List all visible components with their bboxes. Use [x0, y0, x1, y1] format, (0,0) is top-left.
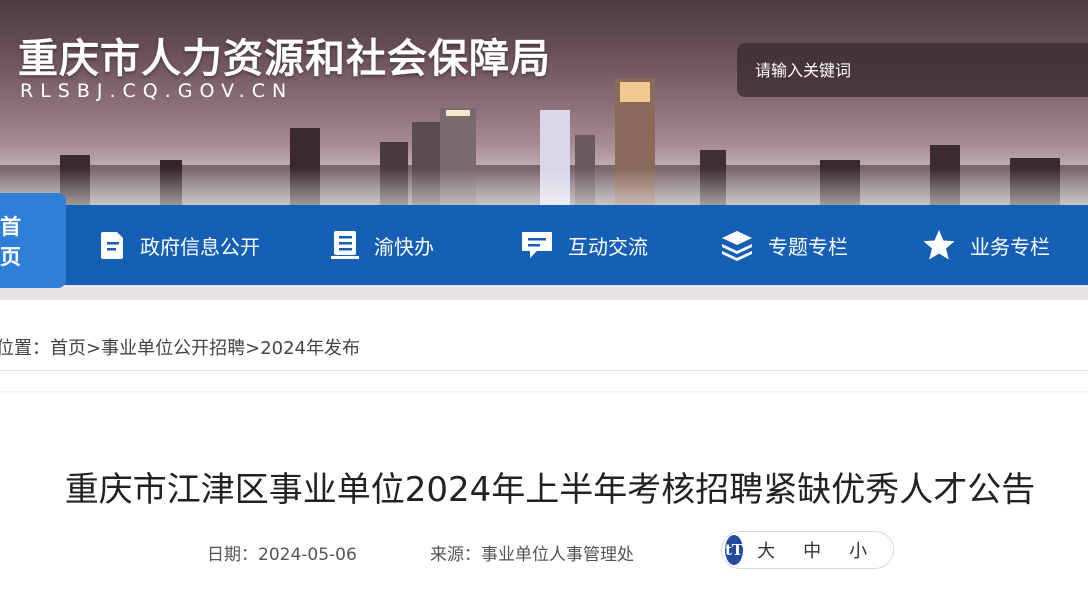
- document-icon: [101, 232, 123, 259]
- article-date: 日期：2024-05-06: [207, 540, 357, 565]
- nav-item-home[interactable]: 首页: [0, 193, 66, 288]
- breadcrumb-bar: 位置：首页>事业单位公开招聘>2024年发布: [0, 330, 1088, 371]
- source-label: 来源：: [430, 545, 481, 565]
- breadcrumb-recruitment-link[interactable]: 事业单位公开招聘: [101, 338, 245, 359]
- nav-item-label: 业务专栏: [970, 234, 1050, 259]
- site-title: 重庆市人力资源和社会保障局: [18, 36, 551, 82]
- breadcrumb: 位置：首页>事业单位公开招聘>2024年发布: [0, 334, 360, 360]
- nav-item-business[interactable]: 业务专栏: [922, 205, 1050, 285]
- layers-icon: [722, 231, 752, 261]
- nav-item-special-topics[interactable]: 专题专栏: [720, 205, 848, 285]
- font-size-large-button[interactable]: 大: [757, 537, 775, 563]
- font-size-medium-button[interactable]: 中: [803, 537, 821, 563]
- chat-icon: [522, 232, 552, 258]
- breadcrumb-home-link[interactable]: 首页: [50, 338, 86, 359]
- breadcrumb-separator: >: [86, 338, 102, 359]
- search-input[interactable]: [737, 43, 1088, 97]
- nav-home-label: 首页: [0, 214, 21, 269]
- nav-item-gov-info[interactable]: 政府信息公开: [100, 205, 260, 285]
- nav-item-label: 专题专栏: [768, 234, 848, 259]
- site-domain: RLSBJ.CQ.GOV.CN: [20, 80, 294, 102]
- font-size-icon: tT: [725, 535, 744, 565]
- nav-item-label: 渝快办: [374, 234, 434, 259]
- list-icon: [331, 231, 359, 259]
- breadcrumb-2024-link[interactable]: 2024年发布: [260, 338, 360, 359]
- article-source: 来源：事业单位人事管理处: [430, 540, 634, 565]
- nav-item-yukuaiban[interactable]: 渝快办: [330, 205, 434, 285]
- article-title: 重庆市江津区事业单位2024年上半年考核招聘紧缺优秀人才公告: [64, 470, 1036, 510]
- source-value: 事业单位人事管理处: [481, 545, 634, 565]
- breadcrumb-separator: >: [245, 338, 261, 359]
- star-icon: [923, 230, 955, 260]
- nav-item-label: 政府信息公开: [140, 234, 260, 259]
- date-value: 2024-05-06: [258, 545, 357, 565]
- divider: [0, 391, 1088, 395]
- date-label: 日期：: [207, 545, 258, 565]
- nav-item-label: 互动交流: [568, 234, 648, 259]
- font-size-switcher: tT 大 中 小: [721, 531, 894, 569]
- nav-item-interaction[interactable]: 互动交流: [520, 205, 648, 285]
- font-size-small-button[interactable]: 小: [849, 537, 867, 563]
- breadcrumb-prefix: 位置：: [0, 338, 50, 359]
